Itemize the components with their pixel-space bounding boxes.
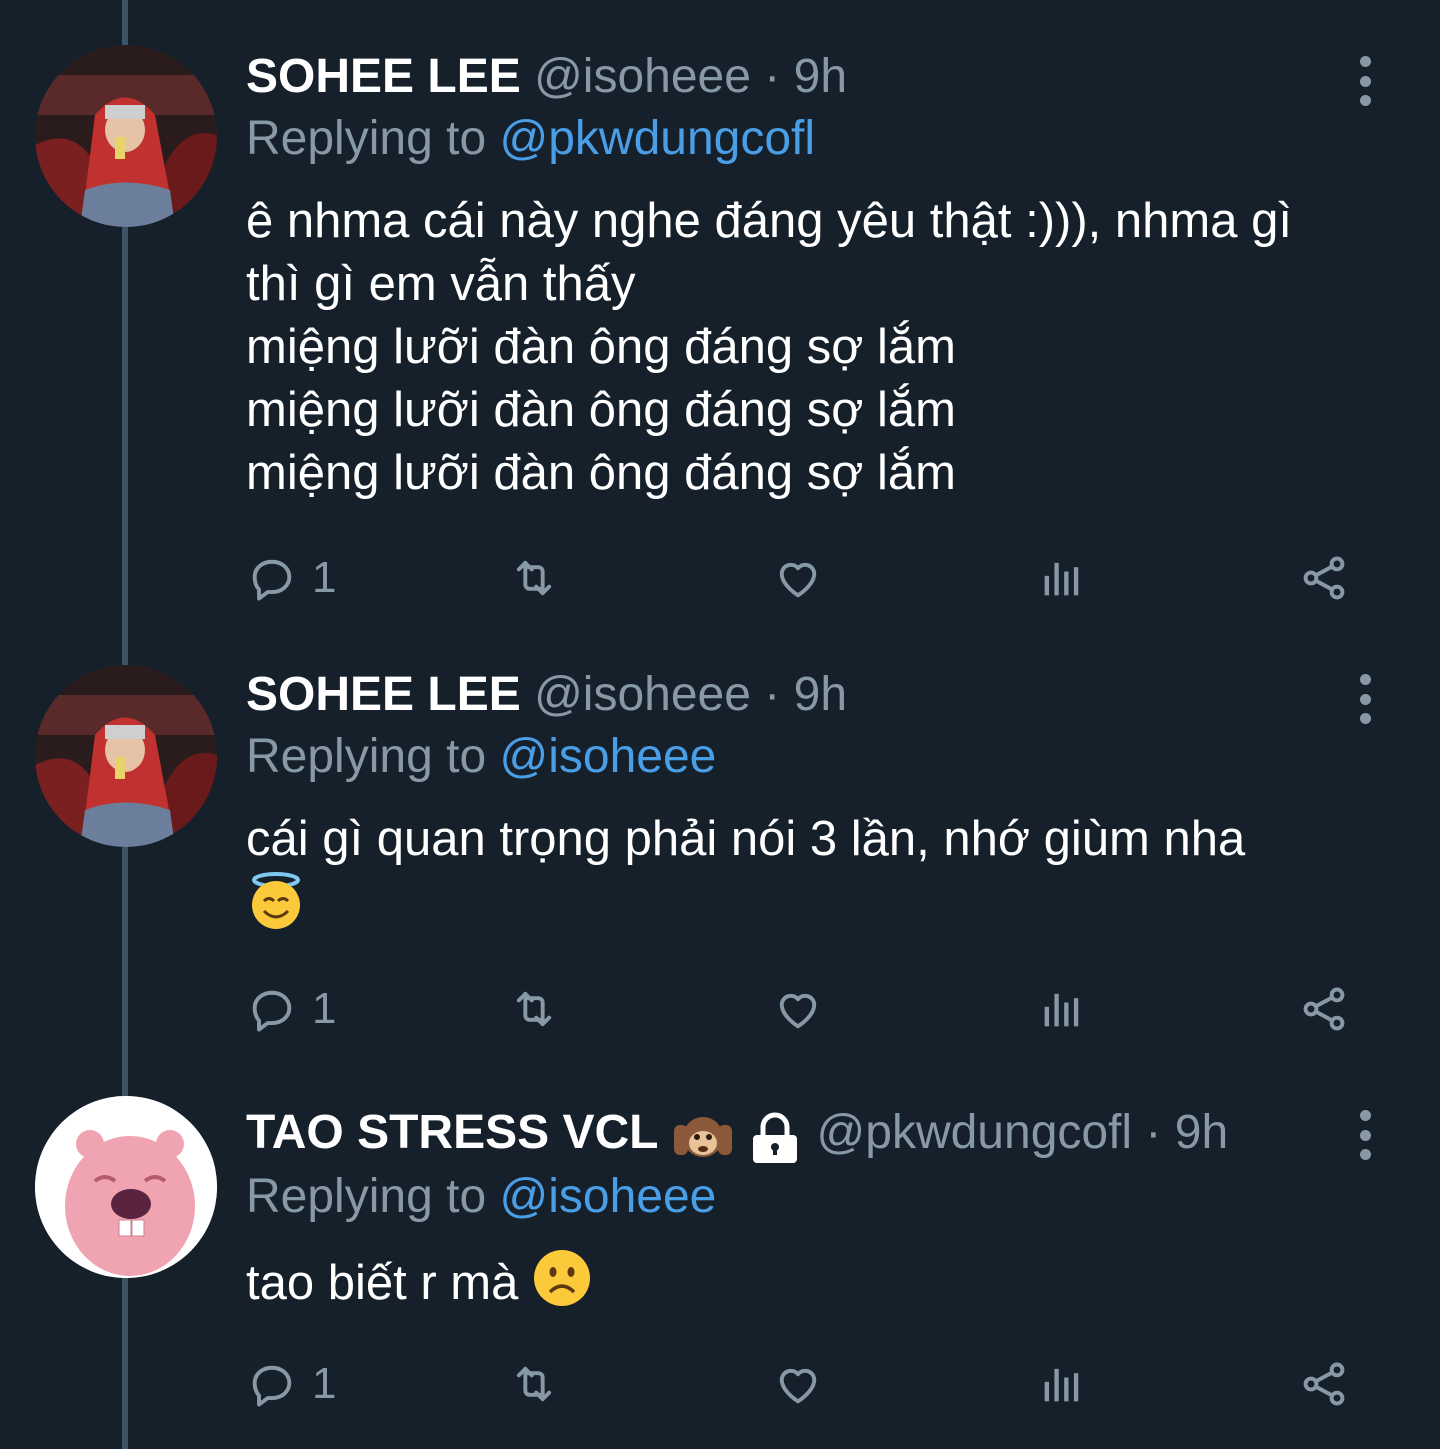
tweet-text-line: miệng lưỡi đàn ông đáng sợ lắm — [246, 320, 956, 374]
tweet-text: ê nhma cái này nghe đáng yêu thật :))), … — [246, 190, 1360, 505]
tweet-header: SOHEE LEE @isoheee · 9h — [246, 46, 1360, 108]
reply-count: 1 — [312, 1359, 337, 1408]
tweet-text: cái gì quan trọng phải nói 3 lần, nhớ gi… — [246, 808, 1360, 947]
tweet-header: SOHEE LEE @isoheee · 9h — [246, 664, 1360, 726]
like-icon — [779, 562, 817, 598]
share-button[interactable] — [1298, 1354, 1350, 1414]
tweet[interactable]: TAO STRESS VCL @pkwdungcofl · 9h Replyin… — [0, 1080, 1440, 1449]
analytics-icon — [1044, 1368, 1079, 1402]
retweet-button[interactable] — [508, 1354, 560, 1414]
share-icon — [1303, 556, 1345, 600]
share-button[interactable] — [1298, 548, 1350, 608]
retweet-icon — [516, 560, 552, 596]
analytics-icon — [1044, 993, 1079, 1027]
analytics-icon — [1044, 562, 1079, 596]
replying-to: Replying to @pkwdungcofl — [246, 108, 1360, 170]
reply-icon — [252, 559, 292, 601]
retweet-button[interactable] — [508, 979, 560, 1039]
replying-to-handle[interactable]: @isoheee — [499, 1170, 716, 1223]
tweet-text-line: miệng lưỡi đàn ông đáng sợ lắm — [246, 446, 956, 500]
tweet-text-line: miệng lưỡi đàn ông đáng sợ lắm — [246, 383, 956, 437]
tweet[interactable]: SOHEE LEE @isoheee · 9h Replying to @iso… — [0, 650, 1440, 1080]
display-name[interactable]: SOHEE LEE — [246, 668, 521, 721]
share-button[interactable] — [1298, 979, 1350, 1039]
share-icon — [1303, 1362, 1345, 1406]
avatar[interactable] — [35, 45, 217, 227]
frowning-face-icon — [532, 1248, 592, 1324]
display-name[interactable]: TAO STRESS VCL — [246, 1106, 658, 1159]
timestamp[interactable]: 9h — [1175, 1106, 1228, 1159]
replying-to-label: Replying to — [246, 730, 487, 783]
tweet-text-line: cái gì quan trọng phải nói 3 lần, nhớ gi… — [246, 812, 1246, 866]
user-handle[interactable]: @pkwdungcofl — [817, 1106, 1133, 1159]
smiling-face-with-halo-icon — [246, 871, 306, 947]
like-button[interactable] — [772, 979, 824, 1039]
share-icon — [1303, 987, 1345, 1031]
hear-no-evil-monkey-icon — [673, 1116, 732, 1157]
analytics-button[interactable] — [1036, 548, 1088, 608]
replying-to-label: Replying to — [246, 112, 487, 165]
tweet-text-line: tao biết r mà — [246, 1256, 519, 1311]
replying-to-label: Replying to — [246, 1170, 487, 1224]
tweet-actions: 1 — [246, 979, 1366, 1039]
reply-icon — [252, 990, 292, 1032]
timestamp[interactable]: 9h — [794, 668, 847, 721]
tweet[interactable]: SOHEE LEE @isoheee · 9h Replying to @pkw… — [0, 0, 1440, 650]
avatar[interactable] — [35, 665, 217, 847]
name-badges — [672, 1104, 803, 1166]
reply-button[interactable]: 1 — [246, 548, 336, 608]
tweet-text-line: ê nhma cái này nghe đáng yêu thật :))), … — [246, 194, 1292, 248]
user-handle[interactable]: @isoheee — [534, 50, 751, 103]
tweet-actions: 1 — [246, 548, 1366, 608]
like-button[interactable] — [772, 1354, 824, 1414]
tweet-actions: 1 — [246, 1354, 1366, 1414]
retweet-icon — [516, 991, 552, 1027]
replying-to-handle[interactable]: @pkwdungcofl — [499, 112, 815, 165]
tweet-text: tao biết r mà — [246, 1248, 1380, 1324]
like-icon — [779, 1368, 817, 1404]
avatar[interactable] — [35, 1096, 217, 1278]
analytics-button[interactable] — [1036, 979, 1088, 1039]
like-button[interactable] — [772, 548, 824, 608]
lock-icon — [753, 1112, 798, 1163]
timestamp[interactable]: 9h — [794, 50, 847, 103]
separator: · — [764, 668, 781, 721]
tweet-header: TAO STRESS VCL @pkwdungcofl · 9h — [246, 1102, 1380, 1166]
reply-count: 1 — [312, 553, 337, 602]
retweet-button[interactable] — [508, 548, 560, 608]
tweet-text-line: thì gì em vẫn thấy — [246, 257, 636, 311]
replying-to-handle[interactable]: @isoheee — [499, 730, 716, 783]
separator: · — [1145, 1106, 1162, 1159]
analytics-button[interactable] — [1036, 1354, 1088, 1414]
like-icon — [779, 993, 817, 1029]
reply-button[interactable]: 1 — [246, 979, 336, 1039]
reply-button[interactable]: 1 — [246, 1354, 336, 1414]
reply-count: 1 — [312, 984, 337, 1033]
replying-to: Replying to @isoheee — [246, 726, 1360, 788]
replying-to: Replying to @isoheee — [246, 1166, 1380, 1228]
separator: · — [764, 50, 781, 103]
reply-icon — [252, 1365, 292, 1407]
retweet-icon — [516, 1366, 552, 1402]
display-name[interactable]: SOHEE LEE — [246, 50, 521, 103]
user-handle[interactable]: @isoheee — [534, 668, 751, 721]
